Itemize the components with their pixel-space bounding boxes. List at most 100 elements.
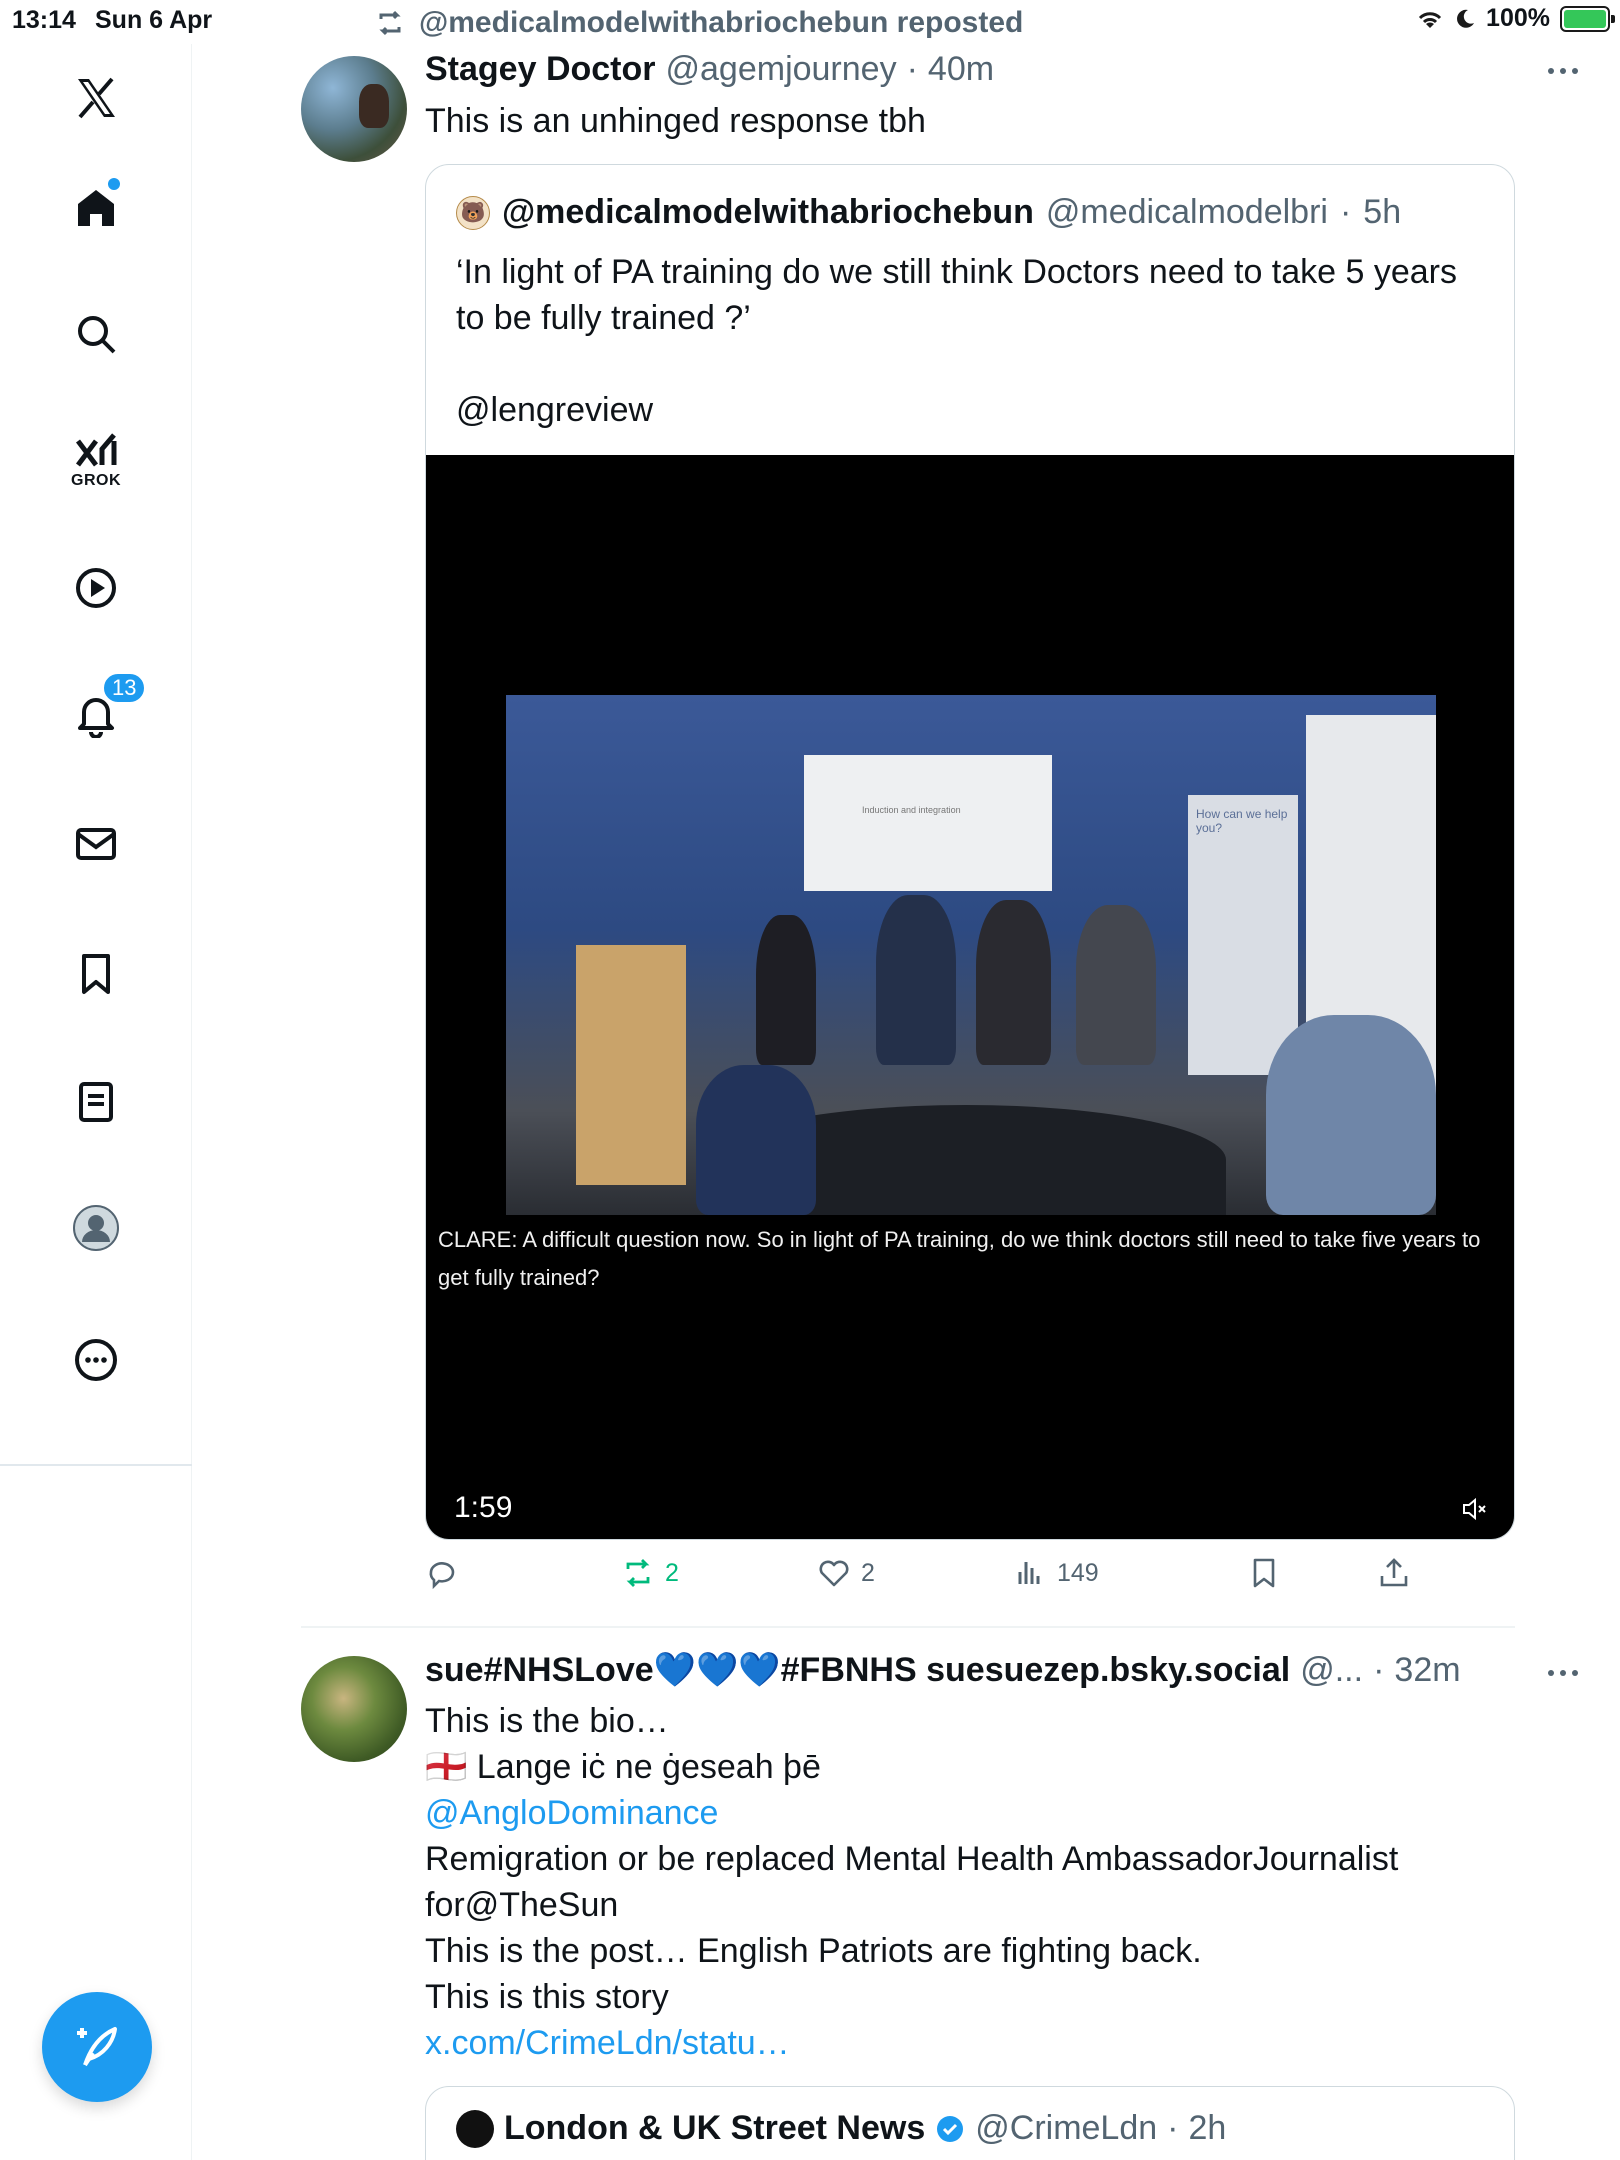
nav-videos[interactable] — [62, 554, 130, 622]
nav-notifications[interactable]: 13 — [62, 672, 147, 748]
tweet2-avatar[interactable] — [301, 1656, 407, 1762]
repost-icon — [379, 10, 401, 36]
video-player[interactable]: Induction and integration How can we hel… — [426, 455, 1514, 1539]
quote-avatar: 🐻 — [456, 195, 490, 230]
quote-time: 5h — [1363, 193, 1402, 231]
panelist — [1076, 905, 1156, 1065]
tweet1-avatar[interactable] — [301, 56, 407, 162]
views-icon — [1018, 1562, 1040, 1584]
list-icon — [79, 1082, 113, 1122]
projection-screen: Induction and integration — [804, 755, 1052, 891]
tweet2-handle[interactable]: @... — [1300, 1651, 1363, 1690]
mail-icon — [76, 828, 116, 860]
repost-label: @medicalmodelwithabriochebun reposted — [419, 6, 1024, 39]
quote2-name: London & UK Street News — [504, 2109, 926, 2147]
tweet1-actions: 2 2 149 — [425, 1556, 1505, 1604]
tweet2-line: This is the bio… — [425, 1702, 669, 1740]
views-count: 149 — [1057, 1558, 1099, 1587]
tweet2-line: This is this story — [425, 1978, 669, 2016]
quote-header: 🐻 @medicalmodelwithabriochebun @medicalm… — [456, 193, 1401, 232]
audience-member — [696, 1065, 816, 1215]
views-button[interactable]: 149 — [1013, 1556, 1099, 1590]
video-subtitle: CLARE: A difficult question now. So in l… — [438, 1227, 1481, 1290]
separator-dot: · — [1373, 1651, 1385, 1689]
quote-text-line: ‘In light of PA training do we still thi… — [456, 253, 1458, 337]
compose-button[interactable] — [42, 1992, 152, 2102]
story-link[interactable]: x.com/CrimeLdn/statu… — [425, 2020, 1398, 2066]
nav-bookmarks[interactable] — [62, 940, 130, 1008]
nav-home[interactable] — [62, 174, 130, 242]
separator-dot: · — [1339, 193, 1352, 231]
reply-button[interactable] — [425, 1556, 469, 1590]
tweet2-line: Remigration or be replaced Mental Health… — [425, 1840, 1399, 1878]
avatar-icon — [73, 1205, 119, 1251]
panelist — [756, 915, 816, 1065]
verified-badge-icon — [937, 2115, 964, 2142]
tweet1-more-icon[interactable] — [1548, 68, 1578, 76]
separator-dot: · — [1167, 2109, 1179, 2147]
notification-badge: 13 — [102, 672, 147, 704]
slide-text: Induction and integration — [862, 805, 961, 815]
nav-more[interactable] — [62, 1326, 130, 1394]
quote-mention[interactable]: @lengreview — [456, 387, 1486, 433]
video-duration: 1:59 — [454, 1491, 513, 1524]
repost-icon — [626, 1559, 650, 1587]
quote2-handle: @CrimeLdn — [975, 2109, 1158, 2147]
panelist — [976, 900, 1051, 1065]
panelist — [876, 895, 956, 1065]
bookmark-button[interactable] — [1247, 1556, 1281, 1590]
bookmark-icon — [82, 954, 110, 994]
repost-button[interactable]: 2 — [621, 1556, 679, 1590]
nav-grok[interactable]: GROK — [62, 424, 130, 492]
tweet2-header: sue#NHSLove💙💙💙#FBNHS suesuezep.bsky.soci… — [425, 1650, 1461, 1690]
repost-context[interactable]: @medicalmodelwithabriochebun reposted — [375, 6, 1023, 40]
tweet2-more-icon[interactable] — [1548, 1670, 1578, 1678]
quote2-header: London & UK Street News @CrimeLdn · 2h — [456, 2109, 1226, 2148]
tweet2-body: This is the bio… 🏴󠁧󠁢󠁥󠁮󠁧󠁿 Lange iċ ne ġes… — [425, 1698, 1398, 2066]
quote-tweet-2[interactable]: London & UK Street News @CrimeLdn · 2h — [425, 2086, 1515, 2160]
tweet2-line: 🏴󠁧󠁢󠁥󠁮󠁧󠁿 Lange iċ ne ġeseah þē — [425, 1744, 1398, 1790]
podium — [576, 945, 686, 1185]
tweet2-line-text: Lange iċ ne ġeseah þē — [476, 1748, 821, 1786]
nav-profile[interactable] — [62, 1194, 130, 1262]
timeline: @medicalmodelwithabriochebun reposted St… — [193, 0, 1620, 2160]
banner-text: How can we help you? — [1196, 807, 1288, 835]
tweet1-handle[interactable]: @agemjourney — [666, 50, 897, 89]
x-logo-icon[interactable] — [62, 64, 130, 132]
quote-text: ‘In light of PA training do we still thi… — [456, 249, 1486, 433]
grok-label: GROK — [71, 472, 121, 489]
nav-search[interactable] — [62, 300, 130, 368]
bookmark-icon — [1253, 1558, 1275, 1588]
nav-lists[interactable] — [62, 1068, 130, 1136]
nav-messages[interactable] — [62, 810, 130, 878]
tweet1-name[interactable]: Stagey Doctor — [425, 50, 656, 89]
mention-link[interactable]: @AngloDominance — [425, 1790, 1398, 1836]
tweet1-header: Stagey Doctor @agemjourney · 40m — [425, 50, 994, 89]
tweet2-time[interactable]: 32m — [1394, 1651, 1460, 1690]
tweet2-name[interactable]: sue#NHSLove💙💙💙#FBNHS suesuezep.bsky.soci… — [425, 1650, 1290, 1690]
like-count: 2 — [861, 1558, 875, 1587]
home-icon — [78, 190, 114, 226]
tweet1-time[interactable]: 40m — [928, 50, 994, 89]
play-icon — [76, 568, 116, 608]
mute-icon[interactable] — [1460, 1495, 1488, 1523]
video-frame: Induction and integration How can we hel… — [506, 695, 1436, 1215]
info-banner: How can we help you? — [1188, 795, 1298, 1075]
grok-icon — [76, 433, 117, 467]
share-icon — [1380, 1558, 1408, 1587]
home-unread-dot — [108, 178, 120, 190]
tweet-divider — [301, 1626, 1515, 1628]
separator-dot: · — [906, 50, 918, 88]
quote2-avatar — [456, 2109, 494, 2148]
tweet2-line: This is the post… English Patriots are f… — [425, 1932, 1202, 1970]
heart-icon — [819, 1560, 849, 1587]
audience-member — [1266, 1015, 1436, 1215]
search-icon — [78, 316, 116, 354]
share-button[interactable] — [1377, 1556, 1411, 1590]
repost-count: 2 — [665, 1558, 679, 1587]
reply-icon — [429, 1562, 455, 1590]
more-icon — [75, 1339, 117, 1381]
sidebar: GROK 13 — [0, 44, 192, 2160]
quote-tweet[interactable]: 🐻 @medicalmodelwithabriochebun @medicalm… — [425, 164, 1515, 1540]
like-button[interactable]: 2 — [817, 1556, 875, 1590]
